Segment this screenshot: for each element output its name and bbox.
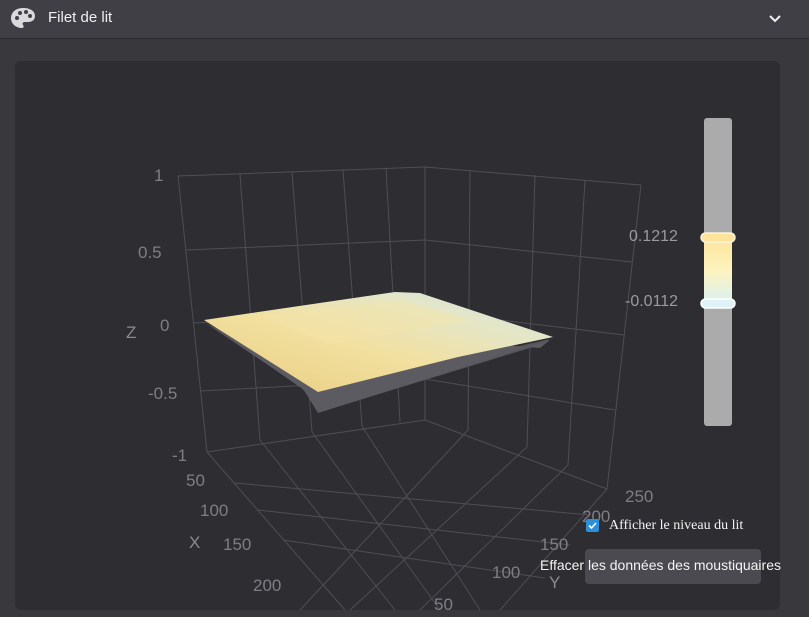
- colorbar-max-handle[interactable]: [700, 232, 736, 243]
- colorbar-min-label: -0.0112: [625, 293, 679, 310]
- show-bed-level-label: Afficher le niveau du lit: [609, 518, 744, 533]
- y-tick-label: 250: [625, 487, 653, 506]
- y-tick-label: 50: [434, 595, 453, 614]
- z-tick-label: -1: [172, 446, 187, 465]
- show-bed-level-checkbox[interactable]: [586, 519, 599, 532]
- z-tick-label: 0: [160, 316, 169, 335]
- x-tick-label: 50: [186, 471, 205, 490]
- z-tick-label: 1: [154, 166, 163, 185]
- colorbar-min-handle[interactable]: [700, 298, 736, 309]
- checkmark-icon: [588, 522, 597, 530]
- x-tick-label: 200: [253, 576, 281, 595]
- z-tick-label: -0.5: [148, 384, 177, 403]
- z-axis-label: Z: [126, 323, 136, 342]
- y-tick-label: 100: [492, 563, 520, 582]
- z-tick-label: 0.5: [138, 243, 162, 262]
- y-tick-label: 150: [540, 535, 568, 554]
- x-tick-label: 100: [200, 501, 228, 520]
- clear-mesh-data-label[interactable]: Effacer les données des moustiquaires: [540, 557, 781, 573]
- y-axis-label: Y: [549, 573, 560, 592]
- colorbar-max-label: 0.1212: [629, 228, 678, 245]
- x-axis-label: X: [189, 533, 200, 552]
- colorbar-range: [704, 237, 732, 304]
- x-tick-label: 150: [223, 535, 251, 554]
